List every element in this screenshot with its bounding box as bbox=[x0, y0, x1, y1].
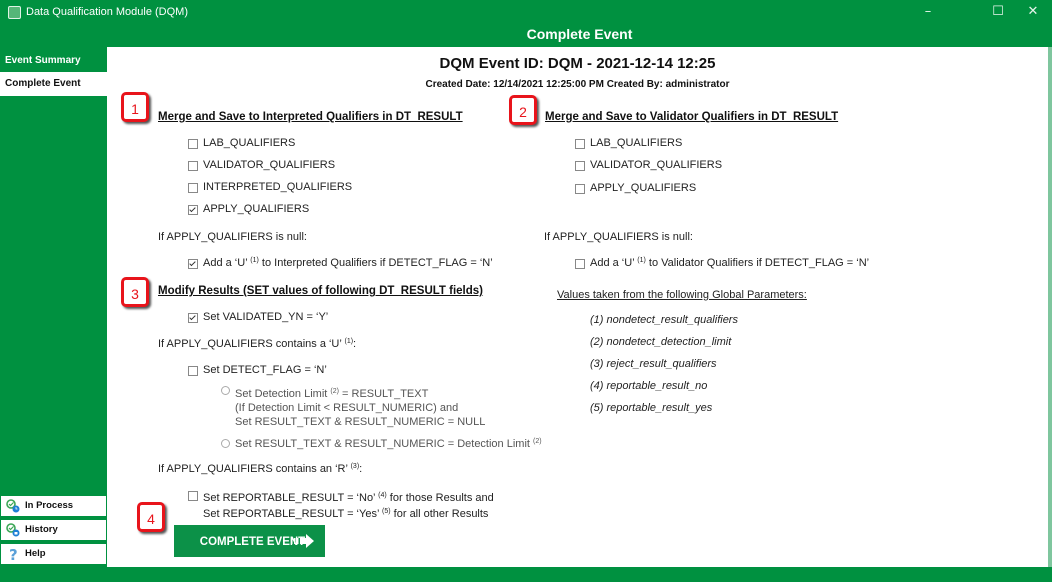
s3-radio-result-text[interactable]: Set RESULT_TEXT & RESULT_NUMERIC = Detec… bbox=[221, 438, 542, 450]
checkbox[interactable] bbox=[188, 313, 198, 323]
option-label: VALIDATOR_QUALIFIERS bbox=[590, 159, 723, 171]
section3-heading: Modify Results (SET values of following … bbox=[158, 285, 484, 297]
section2-heading: Merge and Save to Validator Qualifiers i… bbox=[545, 111, 839, 123]
s1-add-u-option[interactable]: Add a ‘U’ (1) to Interpreted Qualifiers … bbox=[188, 257, 493, 269]
option-label: APPLY_QUALIFIERS bbox=[203, 203, 310, 215]
maximize-button[interactable]: ☐ bbox=[983, 4, 1013, 20]
option-label: Set RESULT_TEXT & RESULT_NUMERIC = Detec… bbox=[235, 438, 542, 450]
callout-4: 4 bbox=[137, 502, 165, 532]
window-title: Data Qualification Module (DQM) bbox=[26, 6, 189, 18]
checkbox[interactable] bbox=[188, 183, 198, 193]
minimize-button[interactable]: – bbox=[913, 4, 943, 20]
global-param-item: (4) reportable_result_no bbox=[590, 380, 708, 392]
callout-1: 1 bbox=[121, 92, 149, 122]
help-icon: ? bbox=[9, 547, 18, 561]
sidebar-help-label: Help bbox=[25, 548, 46, 559]
sidebar-item-complete-event[interactable]: Complete Event bbox=[0, 72, 107, 96]
sidebar-history[interactable]: History bbox=[0, 519, 107, 541]
checkbox[interactable] bbox=[188, 259, 198, 269]
checkbox[interactable] bbox=[575, 139, 585, 149]
event-created-info: Created Date: 12/14/2021 12:25:00 PM Cre… bbox=[425, 79, 730, 90]
app-logo-icon bbox=[8, 6, 21, 19]
s1-option-validator-qualifiers[interactable]: VALIDATOR_QUALIFIERS bbox=[188, 159, 335, 171]
event-title: DQM Event ID: DQM - 2021-12-14 12:25 bbox=[439, 55, 716, 72]
main-panel: DQM Event ID: DQM - 2021-12-14 12:25 Cre… bbox=[107, 47, 1048, 567]
s2-add-u-option[interactable]: Add a ‘U’ (1) to Validator Qualifiers if… bbox=[575, 257, 869, 269]
global-param-item: (1) nondetect_result_qualifiers bbox=[590, 314, 738, 326]
complete-event-label: COMPLETE EVENT bbox=[199, 536, 306, 548]
sidebar-help[interactable]: ? Help bbox=[0, 543, 107, 565]
radio-button[interactable] bbox=[221, 386, 230, 395]
checkbox[interactable] bbox=[188, 161, 198, 171]
sidebar-item-event-summary[interactable]: Event Summary bbox=[0, 49, 107, 73]
option-label: Add a ‘U’ (1) to Validator Qualifiers if… bbox=[590, 257, 870, 269]
option-label: LAB_QUALIFIERS bbox=[203, 137, 296, 149]
s2-option-validator-qualifiers[interactable]: VALIDATOR_QUALIFIERS bbox=[575, 159, 722, 171]
radio-button[interactable] bbox=[221, 439, 230, 448]
checkbox[interactable] bbox=[188, 366, 198, 376]
s3-validated-option[interactable]: Set VALIDATED_YN = ‘Y’ bbox=[188, 311, 328, 323]
option-label: INTERPRETED_QUALIFIERS bbox=[203, 181, 353, 193]
sidebar-history-label: History bbox=[25, 524, 58, 535]
window-edge bbox=[1048, 47, 1052, 567]
s3-detect-flag-option[interactable]: Set DETECT_FLAG = ‘N’ bbox=[188, 364, 327, 376]
option-label: Set REPORTABLE_RESULT = ‘No’ (4) for tho… bbox=[203, 492, 494, 520]
s1-option-apply-qualifiers[interactable]: APPLY_QUALIFIERS bbox=[188, 203, 309, 215]
global-params-heading: Values taken from the following Global P… bbox=[557, 289, 807, 301]
option-label: APPLY_QUALIFIERS bbox=[590, 182, 697, 194]
in-process-events-icon bbox=[6, 499, 20, 513]
checkbox[interactable] bbox=[575, 184, 585, 194]
option-label: Add a ‘U’ (1) to Interpreted Qualifiers … bbox=[203, 257, 493, 269]
option-label: Set DETECT_FLAG = ‘N’ bbox=[203, 364, 327, 376]
global-param-item: (2) nondetect_detection_limit bbox=[590, 336, 732, 348]
s1-null-label: If APPLY_QUALIFIERS is null: bbox=[158, 231, 307, 243]
close-button[interactable]: ✕ bbox=[1018, 4, 1048, 20]
sidebar: Event Summary Complete Event In Process … bbox=[0, 47, 107, 567]
option-label: LAB_QUALIFIERS bbox=[590, 137, 683, 149]
s2-option-lab-qualifiers[interactable]: LAB_QUALIFIERS bbox=[575, 137, 682, 149]
history-icon bbox=[6, 523, 20, 537]
s1-option-interpreted-qualifiers[interactable]: INTERPRETED_QUALIFIERS bbox=[188, 181, 352, 193]
s3-radio-detection-limit[interactable]: Set Detection Limit (2) = RESULT_TEXT (I… bbox=[221, 385, 485, 429]
option-label: Set VALIDATED_YN = ‘Y’ bbox=[203, 311, 329, 323]
sidebar-in-process-events[interactable]: In Process Events bbox=[0, 495, 107, 531]
option-label: Set Detection Limit (2) = RESULT_TEXT (I… bbox=[235, 388, 486, 428]
s1-option-lab-qualifiers[interactable]: LAB_QUALIFIERS bbox=[188, 137, 295, 149]
callout-2: 2 bbox=[509, 95, 537, 125]
checkbox[interactable] bbox=[188, 491, 198, 501]
option-label: VALIDATOR_QUALIFIERS bbox=[203, 159, 336, 171]
page-header-title: Complete Event bbox=[526, 26, 633, 42]
s2-null-label: If APPLY_QUALIFIERS is null: bbox=[544, 231, 693, 243]
section1-heading: Merge and Save to Interpreted Qualifiers… bbox=[158, 111, 463, 123]
s3-contains-u-label: If APPLY_QUALIFIERS contains a ‘U’ (1): bbox=[158, 338, 357, 350]
global-param-item: (3) reject_result_qualifiers bbox=[590, 358, 717, 370]
complete-event-button[interactable]: COMPLETE EVENT bbox=[174, 525, 325, 557]
s3-contains-r-label: If APPLY_QUALIFIERS contains an ‘R’ (3): bbox=[158, 463, 363, 475]
global-param-item: (5) reportable_result_yes bbox=[590, 402, 713, 414]
s3-reportable-option[interactable]: Set REPORTABLE_RESULT = ‘No’ (4) for tho… bbox=[188, 489, 494, 521]
checkbox[interactable] bbox=[575, 259, 585, 269]
s2-option-apply-qualifiers[interactable]: APPLY_QUALIFIERS bbox=[575, 182, 696, 194]
checkbox[interactable] bbox=[188, 139, 198, 149]
checkbox[interactable] bbox=[575, 161, 585, 171]
svg-text:?: ? bbox=[9, 547, 18, 561]
callout-3: 3 bbox=[121, 277, 149, 307]
checkbox[interactable] bbox=[188, 205, 198, 215]
arrow-right-icon bbox=[291, 534, 314, 548]
title-bar: Data Qualification Module (DQM) – ☐ ✕ bbox=[0, 0, 1052, 24]
